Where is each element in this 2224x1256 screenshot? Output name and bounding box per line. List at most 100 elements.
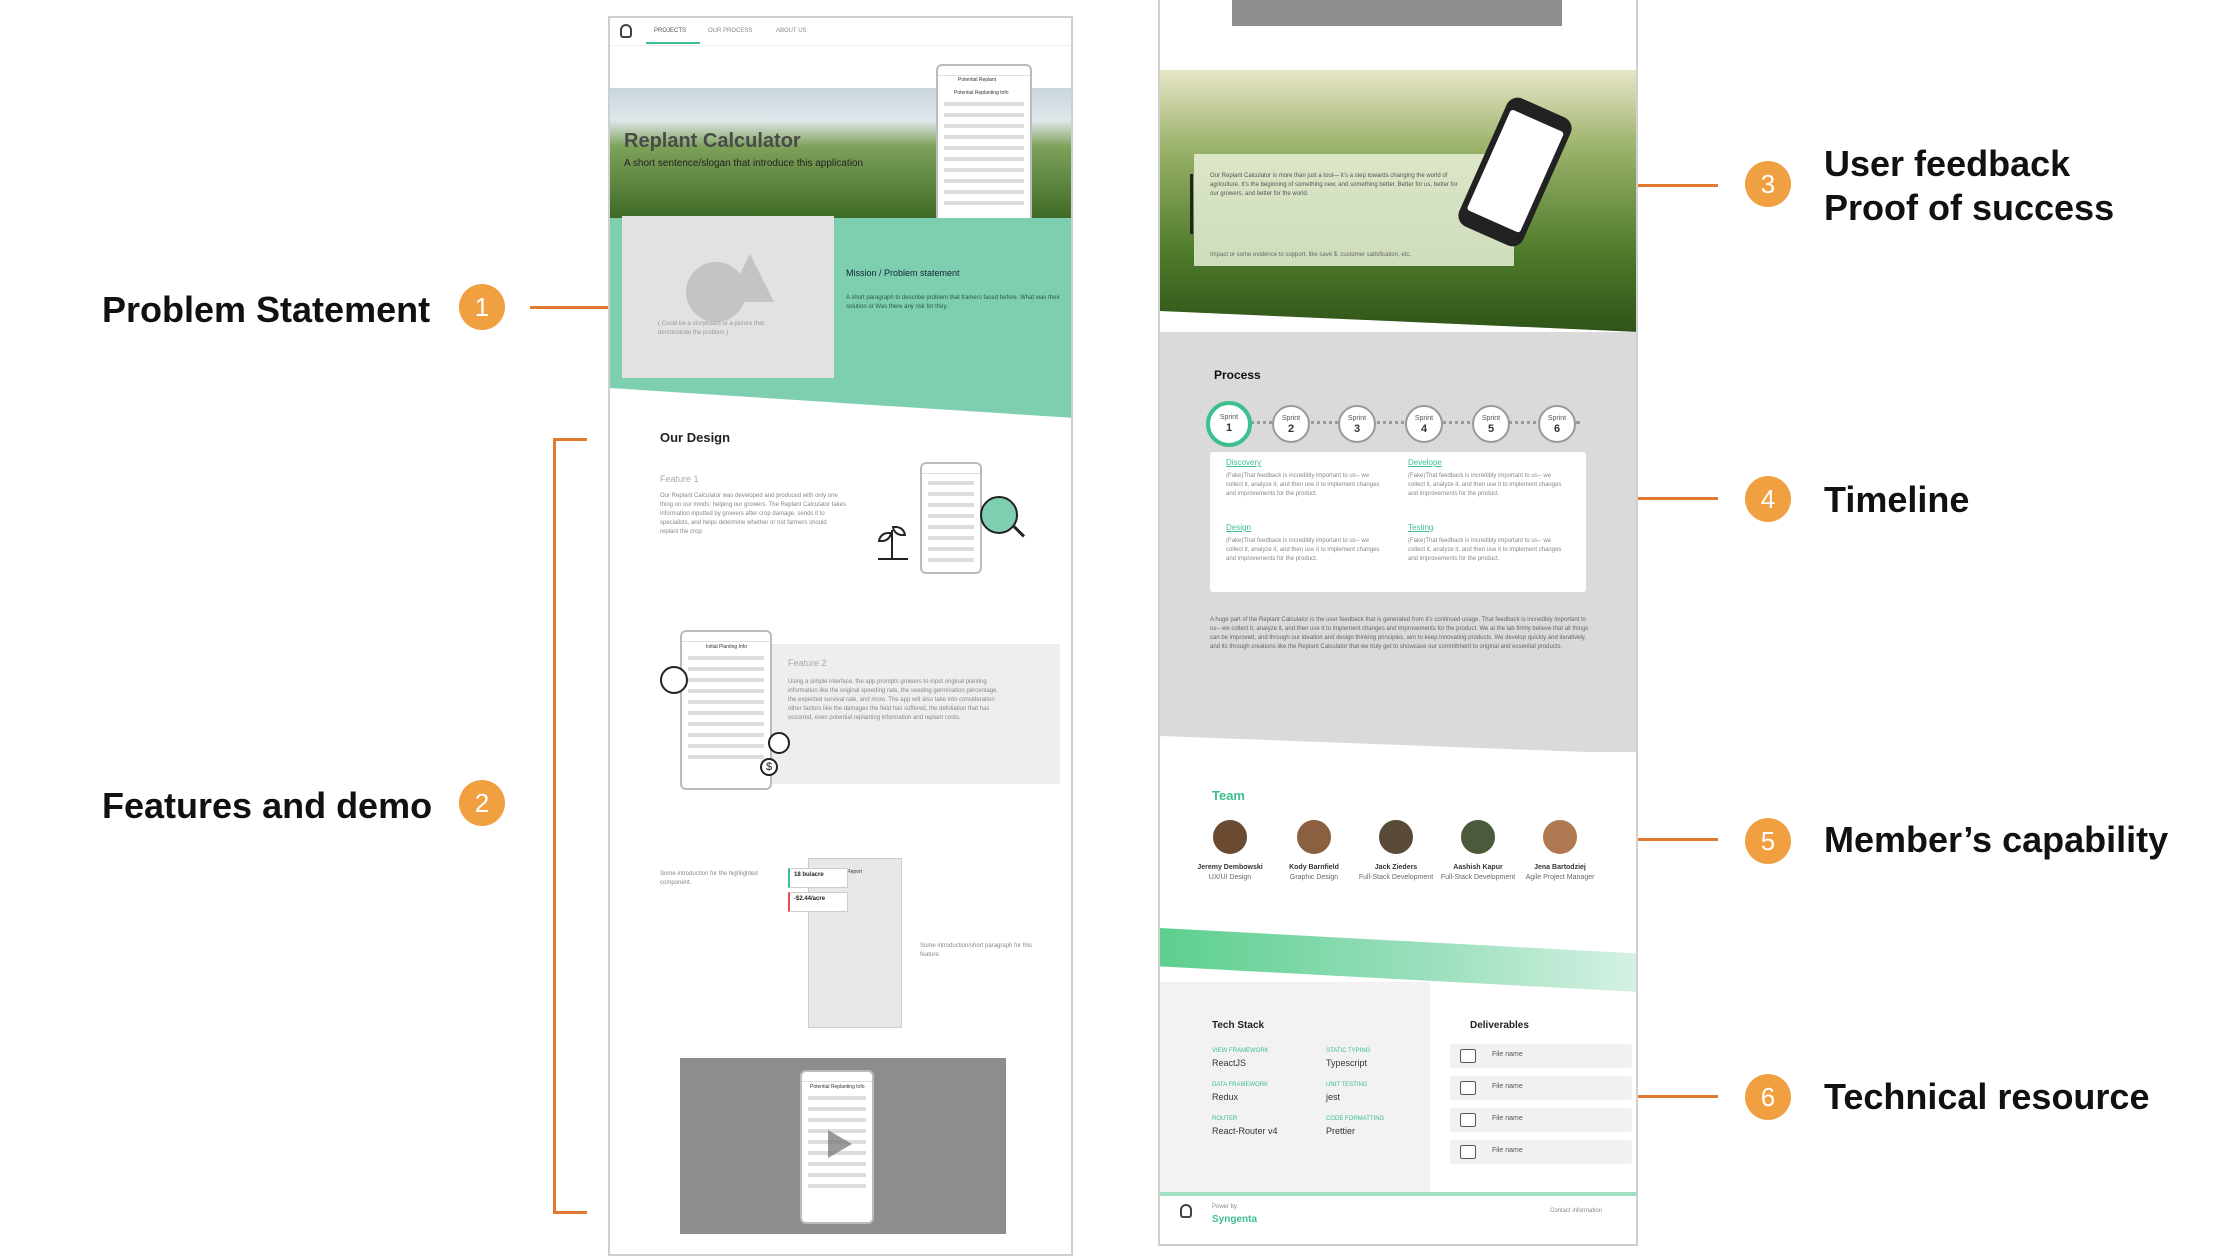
nav-process[interactable]: OUR PROCESS (708, 28, 752, 34)
phase-name: Testing (1408, 523, 1434, 532)
callout-number: 6 (1745, 1074, 1791, 1120)
nav-bar: PROJECTS OUR PROCESS ABOUT US (610, 18, 1071, 46)
connector-line (1638, 184, 1718, 187)
callout-label: Features and demo (102, 785, 433, 826)
connector-line (1638, 1095, 1718, 1098)
tech-stack-heading: Tech Stack (1212, 1020, 1265, 1031)
feature2-body: Using a simple interface, the app prompt… (788, 679, 999, 721)
result-value: 18 bu/acre (794, 872, 824, 878)
play-icon[interactable] (828, 1130, 852, 1158)
phase-text: (Fake)That feedback is incredibly import… (1226, 538, 1380, 562)
file-icon (1460, 1081, 1476, 1095)
dollar-icon: $ (760, 758, 778, 776)
mission-heading: Mission / Problem statement (846, 268, 960, 278)
tech-value: Prettier (1326, 1126, 1356, 1136)
sprint-node[interactable]: Sprint 2 (1272, 405, 1310, 443)
file-item[interactable]: File name (1450, 1044, 1632, 1068)
hero-subtitle: A short sentence/slogan that introduce t… (624, 158, 864, 169)
phase-name: Discovery (1226, 458, 1262, 467)
phase-text: (Fake)That feedback is incredibly import… (1408, 538, 1562, 562)
feature1-body: Our Replant Calculator was developed and… (660, 493, 846, 535)
tech-value: React-Router v4 (1212, 1126, 1278, 1136)
feedback-impact: Impact or some evidence to support. like… (1210, 252, 1412, 258)
hero-title: Replant Calculator (624, 130, 801, 152)
design-heading: Our Design (660, 430, 731, 445)
bug-icon (660, 666, 688, 694)
feature3-intro: Some introduction for the highlighted co… (660, 871, 758, 886)
bulb-logo-icon (1180, 1204, 1192, 1218)
triangle-shape (726, 254, 774, 302)
result-value: -$2.44/acre (794, 896, 826, 902)
callout-label: User feedback Proof of success (1824, 143, 2115, 228)
right-page-mockup: Our Replant Calculator is more than just… (1158, 0, 1638, 1246)
footer-contact[interactable]: Contact information (1550, 1208, 1602, 1214)
phone-title: Report (847, 869, 863, 875)
file-name: File name (1492, 1147, 1523, 1154)
tech-value: Typescript (1326, 1058, 1368, 1068)
phone-title: Potential Replanting Info (954, 90, 1009, 96)
tech-stack-panel (1160, 982, 1430, 1192)
footer-line (1160, 1192, 1636, 1196)
file-icon (1460, 1049, 1476, 1063)
callout-number: 1 (459, 284, 505, 330)
callout-number: 2 (459, 780, 505, 826)
file-icon (1460, 1113, 1476, 1127)
phase-text: (Fake)That feedback is incredibly import… (1226, 473, 1380, 497)
tech-key: VIEW FRAMEWORK (1212, 1048, 1269, 1054)
connector-line (1638, 497, 1718, 500)
nav-projects[interactable]: PROJECTS (654, 28, 686, 34)
connector-line (530, 306, 608, 309)
video-placeholder[interactable]: Potential Replanting Info (680, 1058, 1006, 1234)
sprint-node[interactable]: Sprint 3 (1338, 405, 1376, 443)
tech-value: ReactJS (1212, 1058, 1247, 1068)
water-drop-icon (768, 732, 790, 754)
sprint-node[interactable]: Sprint 1 (1206, 401, 1252, 447)
magnifier-plant-icon (980, 496, 1018, 534)
magnifier-handle (1012, 525, 1026, 538)
nav-active-indicator (646, 42, 700, 44)
footer-brand: Syngenta (1212, 1214, 1258, 1225)
result-card-1: 18 bu/acre (788, 868, 848, 888)
tech-key: DATA FRAMEWORK (1212, 1082, 1269, 1088)
callout-number: 5 (1745, 818, 1791, 864)
callout-label: Timeline (1824, 479, 1970, 520)
video-placeholder-bottom (1232, 0, 1562, 26)
feature1-title: Feature 1 (660, 474, 699, 484)
file-name: File name (1492, 1083, 1523, 1090)
phase-text: (Fake)That feedback is incredibly import… (1408, 473, 1562, 497)
callout-number: 4 (1745, 476, 1791, 522)
sprint-node[interactable]: Sprint 6 (1538, 405, 1576, 443)
left-page-mockup: PROJECTS OUR PROCESS ABOUT US Replant Ca… (608, 16, 1073, 1256)
deliverables-heading: Deliverables (1470, 1020, 1529, 1031)
tech-value: Redux (1212, 1092, 1239, 1102)
sprout-icon (878, 524, 908, 560)
callout-label: Technical resource (1824, 1076, 2150, 1117)
callout-label: Problem Statement (102, 289, 431, 330)
phone-title: Potential Replanting Info (810, 1084, 865, 1090)
sprint-node[interactable]: Sprint 5 (1472, 405, 1510, 443)
file-item[interactable]: File name (1450, 1108, 1632, 1132)
mission-image-placeholder: ( Could be a storyboard or a picture tha… (622, 216, 834, 378)
tech-key: CODE FORMATTING (1326, 1116, 1385, 1122)
team-member: Jena Bartodziej Agile Project Manager (1525, 864, 1595, 881)
bracket (553, 438, 587, 1214)
process-heading: Process (1214, 368, 1261, 382)
tech-key: STATIC TYPING (1326, 1048, 1371, 1054)
connector-line (1638, 838, 1718, 841)
bulb-logo-icon (620, 24, 632, 38)
process-summary: A huge part of the Replant Calculator is… (1210, 617, 1589, 650)
feature3-outro: Some introduction/short paragraph for th… (920, 943, 1033, 958)
phase-name: Design (1226, 523, 1251, 532)
file-item[interactable]: File name (1450, 1076, 1632, 1100)
mission-body: A short paragraph to describe problem th… (846, 295, 1060, 310)
mission-image-caption: ( Could be a storyboard or a picture tha… (658, 321, 765, 336)
nav-about[interactable]: ABOUT US (776, 28, 807, 34)
file-name: File name (1492, 1051, 1523, 1058)
file-item[interactable]: File name (1450, 1140, 1632, 1164)
footer-power: Power by (1212, 1204, 1238, 1210)
hero-phone-mockup: Potential Replant Potential Replanting I… (936, 64, 1032, 236)
tech-key: UNIT TESTING (1326, 1082, 1368, 1088)
callout-label: Member’s capability (1824, 819, 2169, 860)
feature2-title: Feature 2 (788, 658, 827, 668)
sprint-node[interactable]: Sprint 4 (1405, 405, 1443, 443)
